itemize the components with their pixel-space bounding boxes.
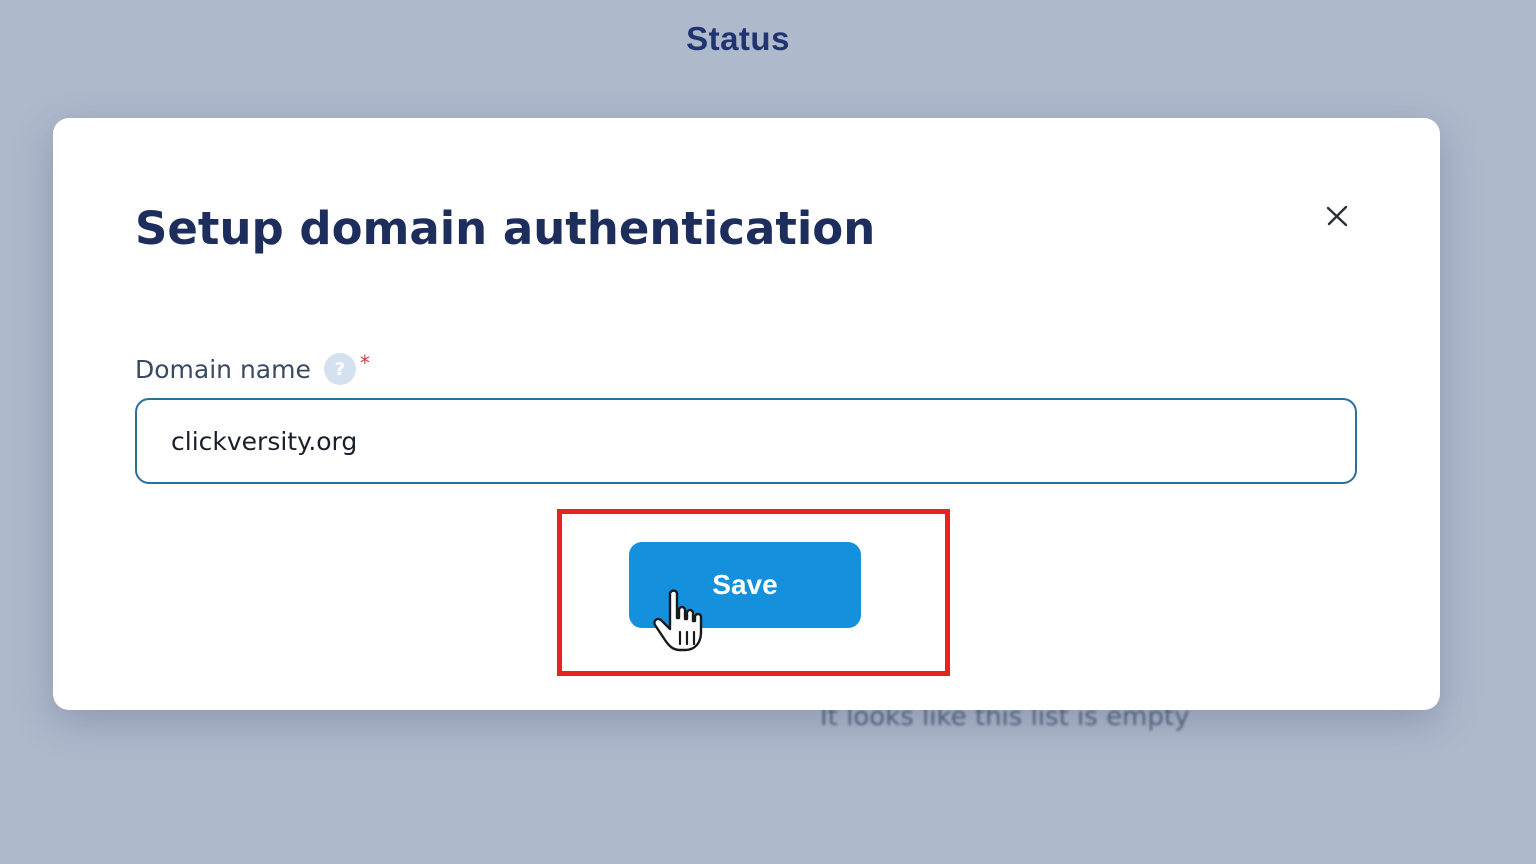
domain-name-label: Domain name [135, 354, 311, 384]
close-icon [1326, 205, 1348, 227]
required-mark: * [359, 351, 370, 375]
page-status-heading: Status [686, 20, 790, 57]
domain-auth-modal: Setup domain authentication Domain name … [53, 118, 1440, 710]
close-button[interactable] [1321, 200, 1353, 232]
domain-name-label-row: Domain name ? * [135, 351, 370, 386]
modal-title: Setup domain authentication [135, 202, 876, 255]
domain-name-input[interactable] [135, 398, 1357, 484]
save-button[interactable]: Save [629, 542, 861, 628]
help-icon[interactable]: ? [323, 353, 356, 385]
